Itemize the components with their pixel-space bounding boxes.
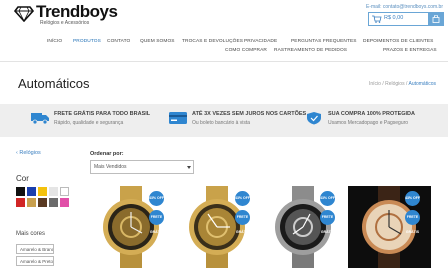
banner-protected-subtitle: Usamos Mercadopago e Pagseguro — [328, 120, 409, 126]
free-shipping-badge: FRETE GRÁTIS — [320, 210, 335, 234]
breadcrumb-separator: / — [382, 81, 384, 87]
color-swatch[interactable] — [49, 198, 58, 207]
color-swatch[interactable] — [38, 187, 47, 196]
nav-prazos-entregas[interactable]: PRAZOS E ENTREGAS — [383, 48, 437, 53]
free-shipping-badge: FRETE GRÁTIS — [149, 210, 164, 234]
nav-quem-somos[interactable]: QUEM SOMOS — [140, 39, 175, 44]
color-swatch[interactable] — [60, 187, 69, 196]
color-filter-heading: Cor — [16, 174, 29, 183]
card-icon — [169, 112, 187, 124]
back-link-label: Relógios — [19, 150, 41, 156]
nav-produtos[interactable]: PRODUTOS — [73, 39, 101, 44]
brand-tagline: Relógios e Acessórios — [40, 20, 90, 26]
diamond-logo-icon — [14, 6, 34, 22]
nav-trocas-devolucoes[interactable]: TROCAS E DEVOLUÇÕES — [182, 39, 243, 44]
more-colors-label: Mais cores — [16, 231, 46, 237]
nav-contato[interactable]: CONTATO — [107, 39, 130, 44]
banner-installments-subtitle: Ou boleto bancário à vista — [192, 120, 251, 126]
breadcrumb: Início / Relógios / Automáticos — [369, 81, 436, 87]
cart-total: R$ 0,00 — [384, 15, 404, 21]
color-chip[interactable]: Amarelo & Branco — [16, 244, 54, 254]
banner-installments-title: ATÉ 3X VEZES SEM JUROS NOS CARTÕES — [192, 111, 307, 117]
color-swatch[interactable] — [16, 209, 25, 218]
banner-shipping-title: FRETE GRÁTIS PARA TODO BRASIL — [54, 111, 151, 117]
color-swatch[interactable] — [49, 187, 58, 196]
color-swatch[interactable] — [16, 187, 25, 196]
discount-badge: 43% OFF — [149, 191, 164, 206]
discount-badge: 43% OFF — [405, 191, 420, 206]
nav-inicio[interactable]: INÍCIO — [47, 39, 62, 44]
breadcrumb-relogios[interactable]: Relógios — [385, 81, 404, 87]
discount-badge: 43% OFF — [320, 191, 335, 206]
page-title: Automáticos — [18, 76, 90, 91]
banner-shipping-subtitle: Rápido, qualidade e segurança — [54, 120, 124, 126]
color-swatch[interactable] — [38, 198, 47, 207]
color-swatch[interactable] — [27, 187, 36, 196]
back-link[interactable]: ‹ Relógios — [16, 150, 41, 156]
color-chip[interactable]: Amarelo & Preto — [16, 256, 54, 266]
truck-icon — [31, 113, 49, 125]
sort-selected-value: Mais Vendidos — [94, 164, 127, 170]
color-swatch[interactable] — [60, 198, 69, 207]
nav-perguntas-frequentes[interactable]: PERGUNTAS FREQUENTES — [291, 39, 357, 44]
nav-depoimentos[interactable]: DEPOIMENTOS DE CLIENTES — [363, 39, 433, 44]
chevron-down-icon — [187, 166, 191, 169]
breadcrumb-current: Automáticos — [408, 81, 436, 87]
cart-icon — [372, 15, 382, 23]
color-swatch[interactable] — [27, 209, 36, 218]
free-shipping-badge: FRETE GRÁTIS — [405, 210, 420, 234]
discount-badge: 43% OFF — [235, 191, 250, 206]
banner-protected-title: SUA COMPRA 100% PROTEGIDA — [328, 111, 415, 117]
contact-email[interactable]: E-mail: contato@trendboys.com.br — [366, 4, 443, 10]
color-swatch[interactable] — [27, 198, 36, 207]
color-swatch[interactable] — [16, 198, 25, 207]
brand-name[interactable]: Trendboys — [36, 2, 118, 22]
free-shipping-badge: FRETE GRÁTIS — [235, 210, 250, 234]
nav-rastreamento[interactable]: RASTREAMENTO DE PEDIDOS — [274, 48, 347, 53]
sort-label: Ordenar por: — [90, 151, 124, 157]
nav-como-comprar[interactable]: COMO COMPRAR — [225, 48, 267, 53]
bag-icon — [432, 15, 440, 23]
shield-icon — [307, 112, 321, 125]
breadcrumb-home[interactable]: Início — [369, 81, 381, 87]
divider — [0, 61, 448, 62]
nav-privacidade[interactable]: PRIVACIDADE — [244, 39, 277, 44]
